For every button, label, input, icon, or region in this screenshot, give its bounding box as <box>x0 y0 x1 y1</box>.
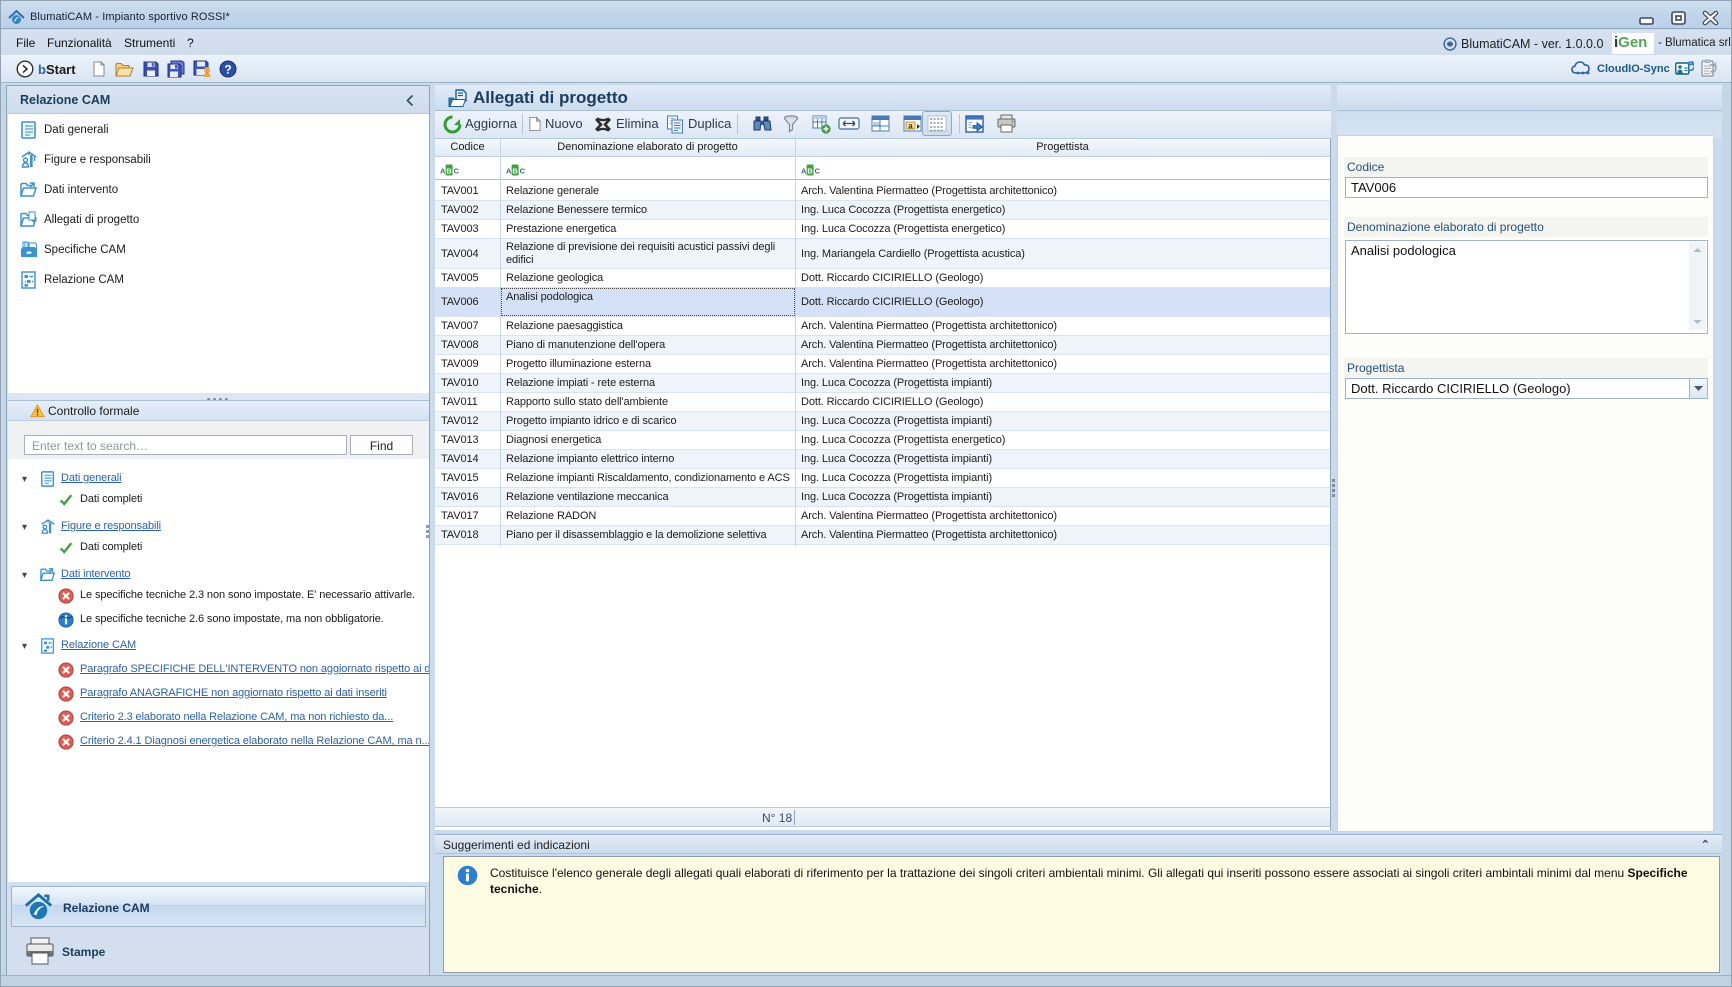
svg-text:B: B <box>512 166 518 175</box>
svg-text:B: B <box>446 166 452 175</box>
svg-text:A: A <box>440 167 446 176</box>
svg-text:A: A <box>801 167 807 176</box>
svg-text:B: B <box>807 166 813 175</box>
svg-text:?: ? <box>224 63 231 77</box>
svg-text:C: C <box>815 167 820 176</box>
svg-text:C: C <box>520 167 525 176</box>
svg-text:A: A <box>506 167 512 176</box>
svg-text:C: C <box>454 167 459 176</box>
svg-text:a: a <box>908 122 913 131</box>
